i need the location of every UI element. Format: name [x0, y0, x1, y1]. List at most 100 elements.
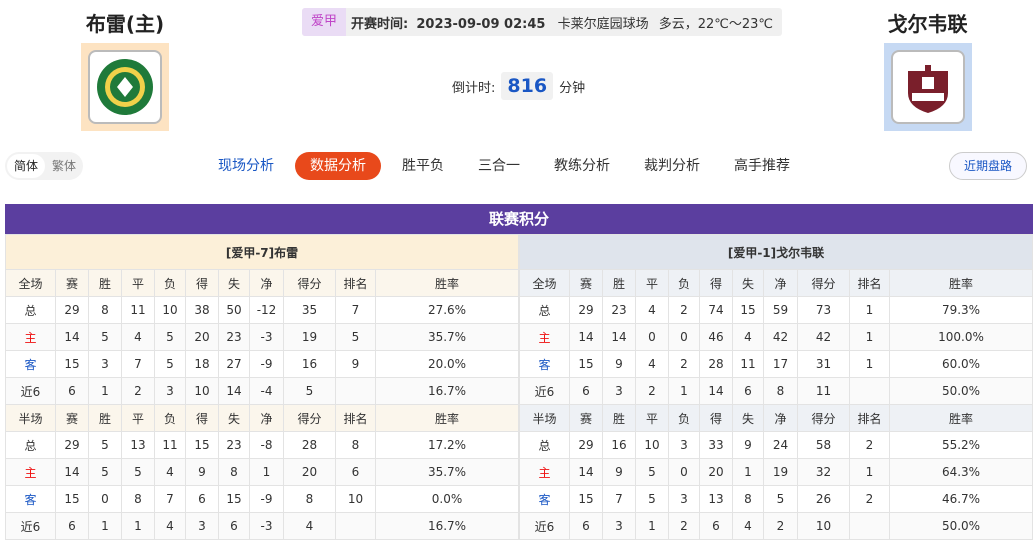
- tab-win-draw-lose[interactable]: 胜平负: [389, 152, 457, 180]
- tab-expert-picks[interactable]: 高手推荐: [721, 152, 803, 180]
- table-cell: 11: [121, 296, 155, 324]
- table-cell: -3: [249, 512, 284, 540]
- table-cell: 8: [218, 458, 250, 486]
- table-cell: 8: [732, 485, 764, 513]
- row-label[interactable]: 客: [519, 350, 570, 378]
- table-cell: 50.0%: [889, 512, 1033, 540]
- table-cell: 11: [154, 431, 186, 459]
- column-header: 得分: [283, 269, 336, 297]
- column-header: 平: [121, 269, 155, 297]
- table-cell: 0: [635, 323, 669, 351]
- table-cell: 2: [763, 512, 798, 540]
- half-time-row: 客 15 7 5 3 13 8 5 26 2 46.7%: [519, 485, 1033, 513]
- column-header: 胜: [88, 404, 122, 432]
- lang-simplified-button[interactable]: 简体: [7, 154, 46, 178]
- table-cell: 46: [699, 323, 733, 351]
- table-cell: 28: [283, 431, 336, 459]
- table-cell: 9: [602, 458, 636, 486]
- table-cell: 5: [635, 485, 669, 513]
- row-label[interactable]: 客: [5, 350, 56, 378]
- table-cell: 23: [602, 296, 636, 324]
- tab-data-analysis[interactable]: 数据分析: [295, 152, 381, 180]
- table-cell: 15: [55, 350, 89, 378]
- table-cell: 15: [185, 431, 219, 459]
- table-cell: 2: [849, 485, 890, 513]
- column-header: 赛: [569, 404, 603, 432]
- table-cell: 18: [185, 350, 219, 378]
- row-label: 近6: [5, 377, 56, 405]
- half-time-row: 主 14 9 5 0 20 1 19 32 1 64.3%: [519, 458, 1033, 486]
- row-label: 近6: [519, 512, 570, 540]
- column-header: 平: [635, 404, 669, 432]
- row-label[interactable]: 主: [519, 323, 570, 351]
- column-header: 得: [185, 404, 219, 432]
- row-label[interactable]: 主: [519, 458, 570, 486]
- table-cell: [849, 512, 890, 540]
- column-header: 全场: [5, 269, 56, 297]
- table-cell: 1: [849, 350, 890, 378]
- tab-three-in-one[interactable]: 三合一: [465, 152, 533, 180]
- table-cell: 7: [154, 485, 186, 513]
- table-cell: 10: [335, 485, 376, 513]
- away-standings-table: [爱甲-1]戈尔韦联 全场赛胜平负得失净得分 排名 胜率总 29 23 4 2 74 15 59 73…: [519, 234, 1033, 540]
- table-cell: -4: [249, 377, 284, 405]
- table-cell: 6: [732, 377, 764, 405]
- away-logo[interactable]: [890, 50, 965, 124]
- table-cell: 35.7%: [375, 458, 519, 486]
- table-cell: 2: [849, 431, 890, 459]
- league-tag[interactable]: 爱甲: [302, 8, 347, 36]
- table-cell: 3: [668, 431, 700, 459]
- table-cell: 5: [121, 458, 155, 486]
- column-header: 胜: [88, 269, 122, 297]
- home-logo-frame: [81, 43, 169, 131]
- table-cell: 20: [283, 458, 336, 486]
- row-label[interactable]: 主: [5, 323, 56, 351]
- column-header: 负: [154, 404, 186, 432]
- table-cell: 6: [569, 512, 603, 540]
- table-cell: 6: [55, 377, 89, 405]
- table-cell: 29: [55, 431, 89, 459]
- table-cell: 19: [283, 323, 336, 351]
- column-header: 净: [763, 404, 798, 432]
- table-cell: 74: [699, 296, 733, 324]
- table-cell: 4: [154, 458, 186, 486]
- table-cell: 4: [732, 512, 764, 540]
- table-cell: 1: [249, 458, 284, 486]
- table-cell: 14: [55, 458, 89, 486]
- table-cell: 28: [699, 350, 733, 378]
- row-label: 总: [5, 431, 56, 459]
- table-cell: 29: [55, 296, 89, 324]
- table-cell: 9: [335, 350, 376, 378]
- table-cell: 1: [732, 458, 764, 486]
- column-header: 排名: [335, 404, 376, 432]
- table-cell: 20.0%: [375, 350, 519, 378]
- table-cell: 3: [185, 512, 219, 540]
- table-cell: 4: [283, 512, 336, 540]
- row-label[interactable]: 客: [5, 485, 56, 513]
- tab-coach-analysis[interactable]: 教练分析: [541, 152, 623, 180]
- column-header: 排名: [849, 404, 890, 432]
- row-label[interactable]: 客: [519, 485, 570, 513]
- lang-traditional-button[interactable]: 繁体: [45, 154, 83, 178]
- table-cell: 14: [569, 323, 603, 351]
- tab-live-analysis[interactable]: 现场分析: [205, 152, 287, 180]
- column-header: 负: [154, 269, 186, 297]
- table-cell: 0: [88, 485, 122, 513]
- tab-referee-analysis[interactable]: 裁判分析: [631, 152, 713, 180]
- away-team: 戈尔韦联: [865, 8, 990, 131]
- table-cell: 46.7%: [889, 485, 1033, 513]
- recent-handicap-button[interactable]: 近期盘路: [948, 152, 1027, 180]
- table-cell: 11: [732, 350, 764, 378]
- table-cell: 0.0%: [375, 485, 519, 513]
- row-label[interactable]: 主: [5, 458, 56, 486]
- table-cell: 58: [797, 431, 850, 459]
- home-logo[interactable]: [88, 50, 162, 124]
- weather: 多云，22℃～23℃: [658, 16, 774, 32]
- column-header: 赛: [55, 404, 89, 432]
- row-label: 近6: [5, 512, 56, 540]
- table-cell: 14: [55, 323, 89, 351]
- table-cell: 4: [635, 350, 669, 378]
- table-cell: 79.3%: [889, 296, 1033, 324]
- table-cell: 100.0%: [889, 323, 1033, 351]
- table-cell: 5: [88, 323, 122, 351]
